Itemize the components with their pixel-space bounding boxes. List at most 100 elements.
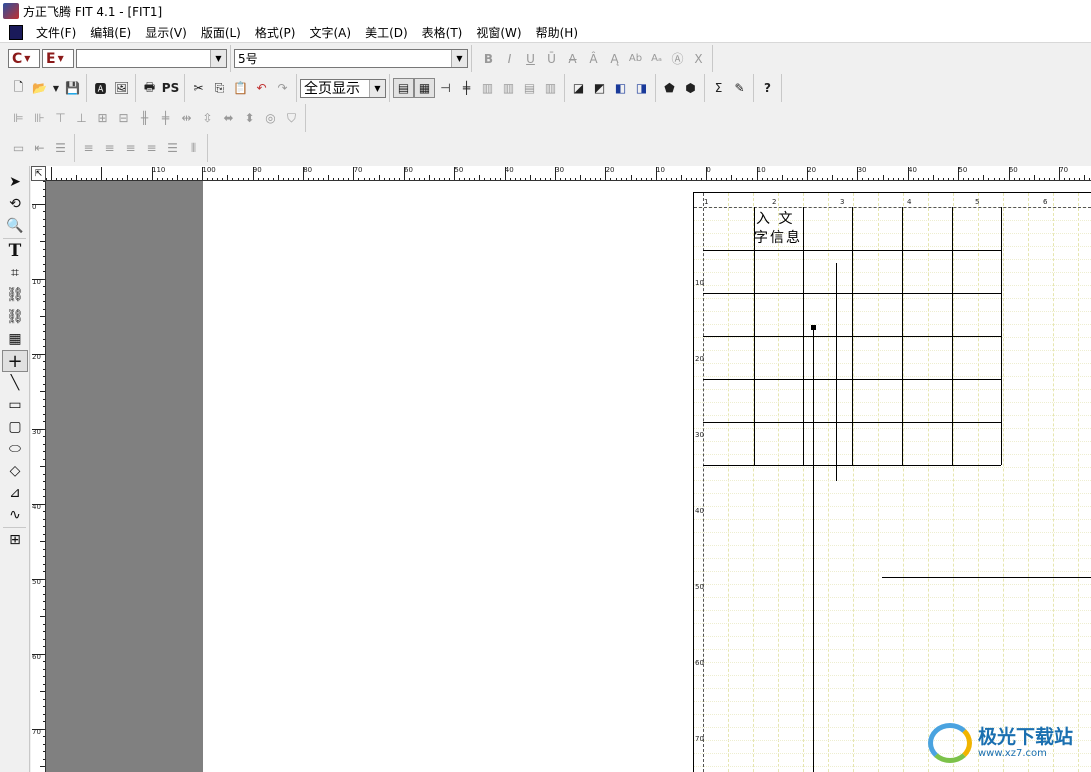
diamond-icon[interactable]: ◇ <box>2 460 28 482</box>
polygon-icon[interactable]: ⊿ <box>2 482 28 504</box>
new-file-icon[interactable]: 🗋 <box>8 78 29 98</box>
crosshair-guide-icon[interactable]: ╪ <box>456 78 477 98</box>
rotate-pointer-icon[interactable]: ⟲ <box>2 193 28 215</box>
document-icon[interactable] <box>9 24 23 40</box>
font-size-combo[interactable]: 5号 ▼ <box>234 49 468 68</box>
link-icon[interactable]: ⛓ <box>2 284 28 306</box>
menu-text[interactable]: 文字(A) <box>302 24 358 41</box>
italic-button[interactable]: I <box>499 49 520 69</box>
menu-window[interactable]: 视窗(W) <box>469 24 528 41</box>
menu-format[interactable]: 格式(P) <box>248 24 303 41</box>
clear-style-button[interactable]: X <box>688 49 709 69</box>
same-width-icon[interactable]: ⬌ <box>218 108 239 128</box>
menu-help[interactable]: 帮助(H) <box>529 24 585 41</box>
layer-bottom-icon[interactable]: ◨ <box>631 78 652 98</box>
chevron-down-icon[interactable]: ▼ <box>369 79 385 97</box>
layer-forward-icon[interactable]: ◩ <box>589 78 610 98</box>
rounded-rectangle-icon[interactable]: ▢ <box>2 416 28 438</box>
table-border[interactable] <box>703 465 1001 466</box>
pointer-icon[interactable]: ➤ <box>2 171 28 193</box>
undo-icon[interactable]: ↶ <box>251 78 272 98</box>
layer-back-icon[interactable]: ◪ <box>568 78 589 98</box>
lock-object-icon[interactable]: ⛉ <box>281 108 302 128</box>
text-tool-icon[interactable]: T <box>2 240 28 262</box>
page-view-icon[interactable]: ▤ <box>393 78 414 98</box>
table-border[interactable] <box>703 250 1001 251</box>
line-icon[interactable]: ╲ <box>2 372 28 394</box>
bold-button[interactable]: B <box>478 49 499 69</box>
underline-button[interactable]: U <box>520 49 541 69</box>
column-4-icon[interactable]: ▥ <box>540 78 561 98</box>
ps-output-button[interactable]: PS <box>160 78 181 98</box>
cut-icon[interactable]: ✂ <box>188 78 209 98</box>
ungroup-icon[interactable]: ⬢ <box>680 78 701 98</box>
crosshair-icon[interactable]: + <box>2 350 28 372</box>
para-indent-icon[interactable]: ⇤ <box>29 138 50 158</box>
align-center-icon[interactable]: ≡ <box>120 138 141 158</box>
document-canvas[interactable]: 1 2 3 4 5 6 10 20 30 40 50 60 70 入 文 字信息 <box>46 181 1091 772</box>
align-objects-left-icon[interactable]: ⊫ <box>8 108 29 128</box>
overline-button[interactable]: Ū <box>541 49 562 69</box>
column-3-icon[interactable]: ▤ <box>519 78 540 98</box>
strikethrough-button[interactable]: A̶ <box>562 49 583 69</box>
table-cell-text[interactable]: 入 文 <box>756 209 794 230</box>
chinese-font-lang-combo[interactable]: C ▼ <box>8 49 40 68</box>
distribute-h-icon[interactable]: ╫ <box>134 108 155 128</box>
accent-button[interactable]: Â <box>583 49 604 69</box>
horizontal-line[interactable] <box>882 577 1091 578</box>
menu-edit[interactable]: 编辑(E) <box>83 24 138 41</box>
english-font-lang-combo[interactable]: E ▼ <box>42 49 74 68</box>
crop-icon[interactable]: ⌗ <box>2 262 28 284</box>
space-v-icon[interactable]: ⇳ <box>197 108 218 128</box>
column-1-icon[interactable]: ▥ <box>477 78 498 98</box>
align-justify-icon[interactable]: ≡ <box>141 138 162 158</box>
align-full-icon[interactable]: ☰ <box>162 138 183 158</box>
align-right-icon[interactable]: ≡ <box>99 138 120 158</box>
grid-tool-icon[interactable]: ▦ <box>2 328 28 350</box>
formula-icon[interactable]: Σ <box>708 78 729 98</box>
subscript-mark-button[interactable]: Ą <box>604 49 625 69</box>
bezier-icon[interactable]: ∿ <box>2 504 28 526</box>
print-icon[interactable]: 🖶 <box>139 78 160 98</box>
align-objects-top-icon[interactable]: ⊤ <box>50 108 71 128</box>
table-tool-icon[interactable]: ⊞ <box>2 529 28 551</box>
ruler-origin-icon[interactable]: ⇱ <box>31 166 46 181</box>
document-page[interactable]: 1 2 3 4 5 6 10 20 30 40 50 60 70 入 文 字信息 <box>693 192 1091 772</box>
rectangle-icon[interactable]: ▭ <box>2 394 28 416</box>
vertical-line[interactable] <box>836 263 837 481</box>
group-icon[interactable]: ⬟ <box>659 78 680 98</box>
space-h-icon[interactable]: ⇹ <box>176 108 197 128</box>
column-2-icon[interactable]: ▥ <box>498 78 519 98</box>
menu-file[interactable]: 文件(F) <box>29 24 83 41</box>
redo-icon[interactable]: ↷ <box>272 78 293 98</box>
vertical-line[interactable] <box>813 330 814 772</box>
align-objects-right-icon[interactable]: ⊪ <box>29 108 50 128</box>
vertical-ruler[interactable]: 0 10 20 30 40 50 60 70 <box>31 181 46 772</box>
table-border[interactable] <box>703 422 1001 423</box>
chevron-down-icon[interactable]: ▼ <box>210 50 226 67</box>
paste-icon[interactable]: 📋 <box>230 78 251 98</box>
align-objects-bottom-icon[interactable]: ⊥ <box>71 108 92 128</box>
chevron-down-icon[interactable]: ▼ <box>50 78 62 98</box>
table-border[interactable] <box>1001 207 1002 465</box>
horizontal-ruler[interactable]: 110 100 90 80 70 60 50 40 30 20 10 0 10 20 30 40 50 60 70 <box>46 166 1091 181</box>
ellipse-icon[interactable]: ⬭ <box>2 438 28 460</box>
subscript-button[interactable]: Aₐ <box>646 49 667 69</box>
table-border[interactable] <box>703 379 1001 380</box>
font-name-combo[interactable]: ▼ <box>76 49 227 68</box>
table-border[interactable] <box>703 293 1001 294</box>
menu-art[interactable]: 美工(D) <box>358 24 415 41</box>
menu-layout[interactable]: 版面(L) <box>194 24 248 41</box>
menu-view[interactable]: 显示(V) <box>138 24 194 41</box>
table-cell-text[interactable]: 字信息 <box>754 228 802 249</box>
layer-front-icon[interactable]: ◧ <box>610 78 631 98</box>
align-left-guide-icon[interactable]: ⊣ <box>435 78 456 98</box>
import-image-icon[interactable]: 🖼 <box>111 78 132 98</box>
align-center-v-icon[interactable]: ⊟ <box>113 108 134 128</box>
copy-icon[interactable]: ⎘ <box>209 78 230 98</box>
para-first-line-icon[interactable]: ☰ <box>50 138 71 158</box>
chevron-down-icon[interactable]: ▼ <box>451 50 467 67</box>
save-icon[interactable]: 💾 <box>62 78 83 98</box>
open-folder-icon[interactable]: 📂 <box>29 78 50 98</box>
center-page-icon[interactable]: ◎ <box>260 108 281 128</box>
